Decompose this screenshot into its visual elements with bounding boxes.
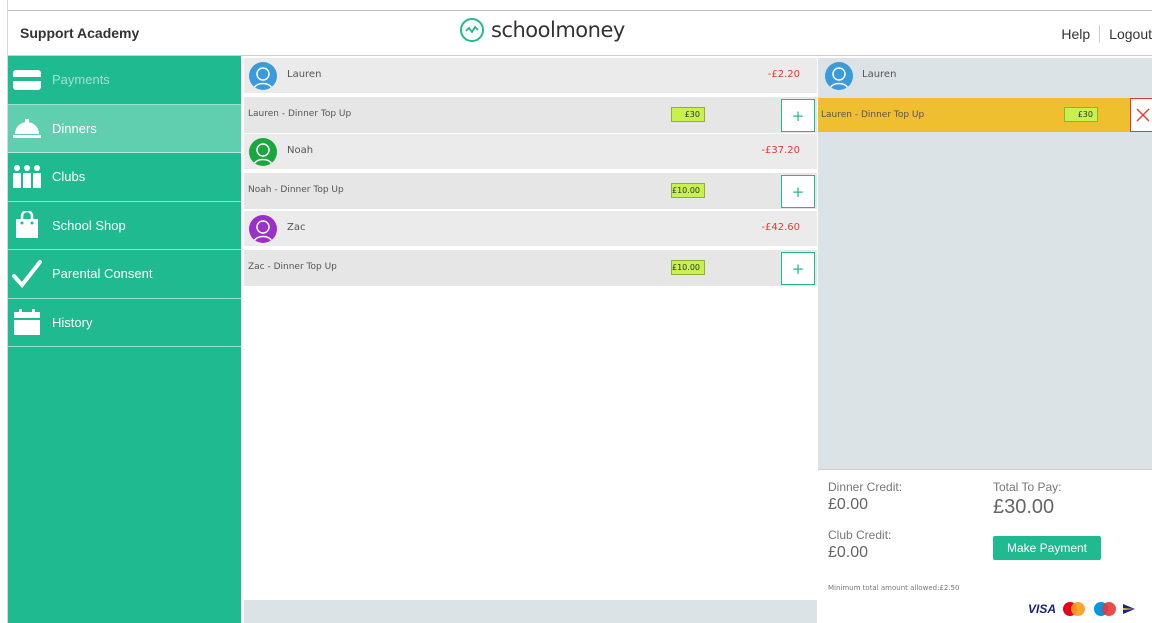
- add-to-basket-button[interactable]: +: [781, 175, 815, 208]
- child-name: Zac: [287, 222, 306, 233]
- sidebar-item-parental-consent[interactable]: Parental Consent: [8, 250, 241, 299]
- sidebar-item-label: School Shop: [52, 217, 126, 233]
- child-name: Lauren: [862, 69, 897, 80]
- brand-name: schoolmoney: [491, 18, 625, 42]
- item-row-lauren: Lauren - Dinner Top Up £30 +: [244, 97, 817, 133]
- people-icon: [11, 161, 43, 193]
- checkmark-icon: [11, 258, 43, 290]
- basket-panel: Lauren Lauren - Dinner Top Up £30 Dinner…: [818, 58, 1152, 623]
- make-payment-button[interactable]: Make Payment: [993, 536, 1101, 560]
- avatar: [249, 215, 277, 243]
- item-label: Zac - Dinner Top Up: [248, 262, 337, 272]
- total-to-pay-value: £30.00: [993, 496, 1055, 518]
- sidebar-item-label: Parental Consent: [52, 266, 153, 282]
- item-row-zac: Zac - Dinner Top Up £10.00 +: [244, 250, 817, 286]
- totals-panel: Dinner Credit: £0.00 Club Credit: £0.00 …: [818, 469, 1152, 623]
- header-bar: Support Academy schoolmoney Help Logout: [8, 10, 1152, 56]
- logout-link[interactable]: Logout: [1109, 26, 1152, 42]
- window-edge: [0, 0, 8, 623]
- sidebar-item-label: Clubs: [52, 169, 86, 185]
- club-credit-label: Club Credit:: [828, 528, 892, 542]
- mastercard-icon: [1063, 602, 1086, 616]
- child-name: Lauren: [287, 69, 322, 80]
- basket-item: Lauren - Dinner Top Up £30: [818, 98, 1152, 132]
- sidebar-item-label: Payments: [52, 72, 110, 88]
- total-to-pay-label: Total To Pay:: [993, 480, 1062, 494]
- child-row-zac: Zac -£42.60: [244, 211, 817, 247]
- child-row-lauren: Lauren -£2.20: [244, 58, 817, 94]
- add-to-basket-button[interactable]: +: [781, 252, 815, 285]
- dinner-credit-label: Dinner Credit:: [828, 480, 903, 494]
- avatar: [249, 138, 277, 166]
- amount-input[interactable]: £10.00: [671, 183, 705, 198]
- cloche-icon: [11, 112, 43, 144]
- sidebar-item-label: History: [52, 314, 93, 330]
- visa-logo: VISA: [1028, 602, 1057, 616]
- sidebar-item-label: Dinners: [52, 120, 97, 136]
- basket-amount-input[interactable]: £30: [1064, 107, 1098, 122]
- maestro-icon: [1094, 602, 1117, 616]
- avatar: [249, 62, 277, 90]
- sidebar-item-clubs[interactable]: Clubs: [8, 153, 241, 202]
- amount-input[interactable]: £10.00: [671, 260, 705, 275]
- school-name: Support Academy: [20, 25, 140, 41]
- dinner-credit-value: £0.00: [828, 496, 869, 513]
- children-list: Lauren -£2.20 Lauren - Dinner Top Up £30…: [244, 58, 817, 623]
- card-logo-icon: [1123, 604, 1136, 614]
- sidebar-item-payments[interactable]: Payments: [8, 56, 241, 105]
- basket-item-label: Lauren - Dinner Top Up: [821, 110, 925, 120]
- child-name: Noah: [287, 145, 314, 156]
- card-logos: VISA: [1028, 601, 1136, 617]
- child-row-noah: Noah -£37.20: [244, 134, 817, 170]
- shopping-bag-icon: [11, 209, 43, 241]
- sidebar-item-school-shop[interactable]: School Shop: [8, 202, 241, 250]
- calendar-icon: [11, 306, 43, 338]
- schoolmoney-logo-icon: [460, 18, 484, 42]
- minimum-amount-note: Minimum total amount allowed:£2.50: [828, 584, 960, 592]
- sidebar-nav: Payments Dinners Clubs School Shop Paren…: [8, 56, 241, 623]
- club-credit-value: £0.00: [828, 544, 869, 561]
- header-divider: [1099, 25, 1101, 43]
- basket-child-header: Lauren: [818, 58, 1152, 96]
- item-label: Lauren - Dinner Top Up: [248, 109, 352, 119]
- sidebar-item-dinners[interactable]: Dinners: [8, 104, 241, 153]
- child-balance: -£42.60: [761, 222, 800, 233]
- avatar: [825, 62, 853, 90]
- item-label: Noah - Dinner Top Up: [248, 185, 344, 195]
- close-icon: [1136, 108, 1150, 122]
- amount-input[interactable]: £30: [671, 107, 705, 122]
- add-to-basket-button[interactable]: +: [781, 99, 815, 132]
- child-balance: -£2.20: [767, 69, 800, 80]
- child-balance: -£37.20: [761, 145, 800, 156]
- remove-item-button[interactable]: [1130, 98, 1152, 132]
- card-icon: [11, 64, 43, 96]
- sidebar-item-history[interactable]: History: [8, 299, 241, 347]
- brand-logo[interactable]: schoolmoney: [460, 18, 625, 42]
- header-links: Help Logout: [1061, 25, 1152, 43]
- app-frame: Support Academy schoolmoney Help Logout …: [0, 0, 1152, 623]
- item-row-noah: Noah - Dinner Top Up £10.00 +: [244, 173, 817, 209]
- help-link[interactable]: Help: [1061, 26, 1090, 42]
- list-footer: [244, 600, 817, 623]
